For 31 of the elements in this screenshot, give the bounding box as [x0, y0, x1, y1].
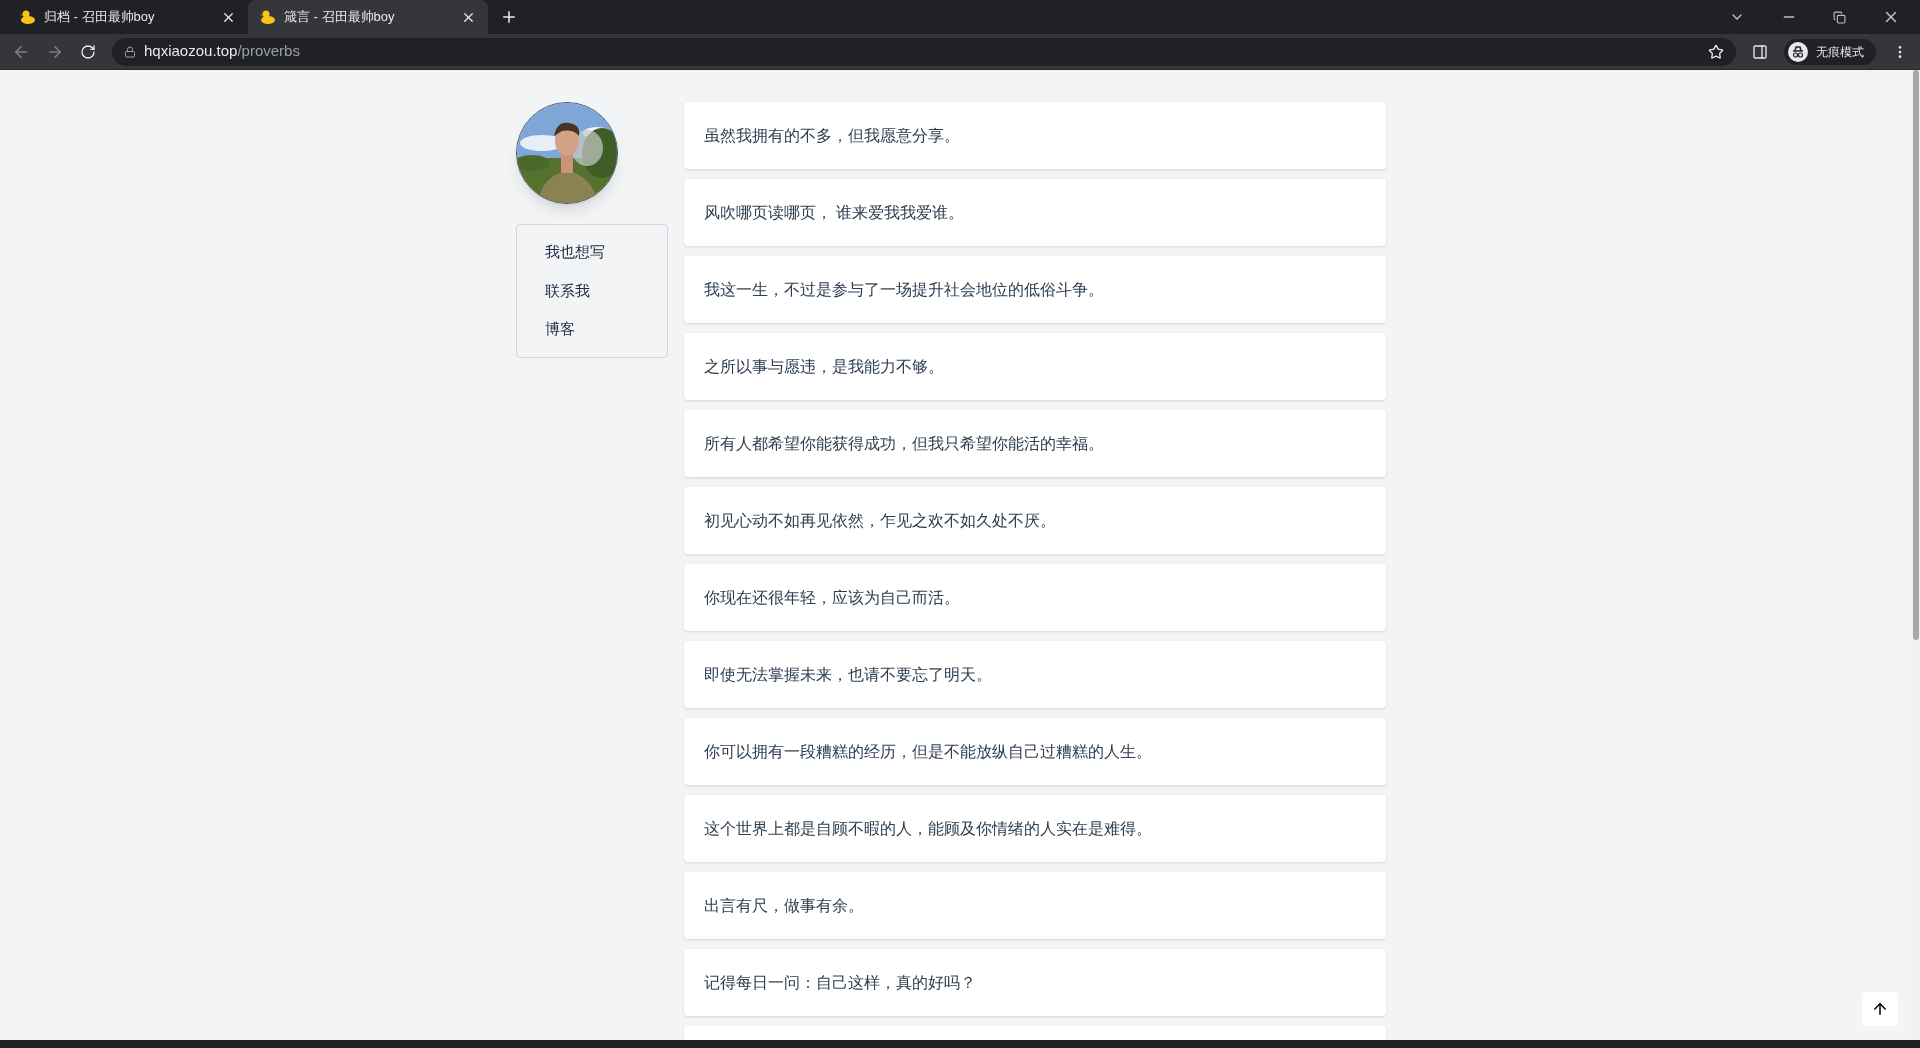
duck-icon — [20, 9, 36, 25]
proverb-text: 出言有尺，做事有余。 — [704, 895, 864, 916]
nav-link[interactable]: 博客 — [517, 310, 667, 349]
address-bar[interactable]: hqxiaozou.top/proverbs — [112, 37, 1736, 66]
duck-icon — [260, 9, 276, 25]
proverb-text: 记得每日一问：自己这样，真的好吗？ — [704, 972, 976, 993]
url-host: hqxiaozou.top — [144, 41, 238, 62]
browser-tab[interactable]: 箴言 - 召田最帅boy — [248, 0, 488, 34]
browser-tab[interactable]: 归档 - 召田最帅boy — [8, 0, 248, 34]
incognito-icon — [1788, 41, 1808, 62]
proverb-text: 之所以事与愿违，是我能力不够。 — [704, 356, 944, 377]
proverb-text: 即使无法掌握未来，也请不要忘了明天。 — [704, 664, 992, 685]
proverb-text: 风吹哪页读哪页， 谁来爱我我爱谁。 — [704, 202, 965, 223]
new-tab-icon[interactable] — [500, 8, 518, 26]
proverb-text: 你可以拥有一段糟糕的经历，但是不能放纵自己过糟糕的人生。 — [704, 741, 1152, 762]
proverb-text: 你现在还很年轻，应该为自己而活。 — [704, 587, 960, 608]
side-panel-icon[interactable] — [1752, 43, 1768, 60]
reload-icon[interactable] — [80, 43, 96, 60]
proverb-text: 初见心动不如再见依然，乍见之欢不如久处不厌。 — [704, 510, 1056, 531]
back-to-top-button[interactable] — [1862, 992, 1898, 1026]
bookmark-star-icon[interactable] — [1708, 43, 1724, 60]
lock-icon — [124, 45, 136, 58]
proverb-text: 虽然我拥有的不多，但我愿意分享。 — [704, 125, 960, 146]
nav-link[interactable]: 我也想写 — [517, 233, 667, 272]
proverb-text: 所有人都希望你能获得成功，但我只希望你能活的幸福。 — [704, 433, 1104, 454]
incognito-badge[interactable]: 无痕模式 — [1784, 38, 1876, 65]
restore-icon[interactable] — [1833, 10, 1846, 24]
proverb-text: 这个世界上都是自顾不暇的人，能顾及你情绪的人实在是难得。 — [704, 818, 1152, 839]
nav-link[interactable]: 联系我 — [517, 271, 667, 310]
proverb-text: 我这一生，不过是参与了一场提升社会地位的低俗斗争。 — [704, 279, 1104, 300]
url-path: /proverbs — [237, 41, 300, 62]
